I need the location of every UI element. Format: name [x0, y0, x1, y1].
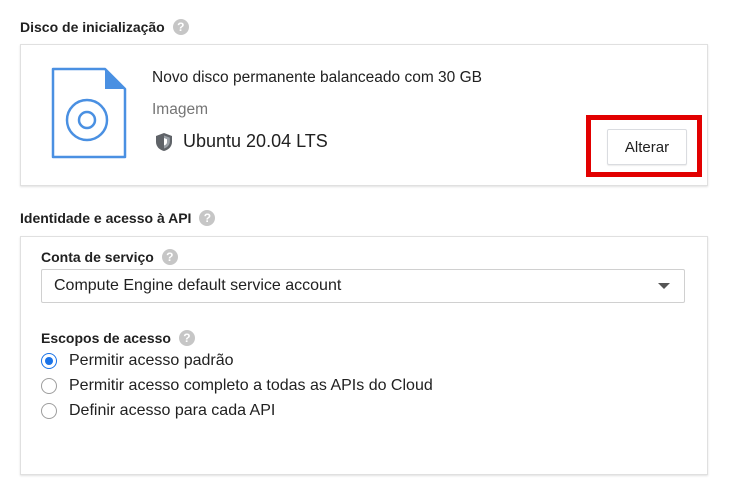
radio-button-selected[interactable]	[41, 353, 57, 369]
access-scopes-label-row: Escopos de acesso ?	[41, 330, 195, 346]
change-button[interactable]: Alterar	[607, 129, 687, 165]
identity-title: Identidade e acesso à API	[20, 210, 192, 226]
scope-option-per-api[interactable]: Definir acesso para cada API	[41, 402, 275, 420]
image-label: Imagem	[152, 101, 208, 118]
scope-option-default[interactable]: Permitir acesso padrão	[41, 352, 234, 370]
scope-option-full[interactable]: Permitir acesso completo a todas as APIs…	[41, 377, 433, 395]
disk-file-icon	[51, 67, 127, 159]
help-icon[interactable]: ?	[161, 249, 178, 265]
service-account-label-row: Conta de serviço ?	[41, 249, 178, 265]
scope-option-label: Definir acesso para cada API	[69, 402, 276, 419]
scope-option-label: Permitir acesso completo a todas as APIs…	[69, 377, 433, 394]
boot-disk-title: Disco de inicialização	[20, 19, 165, 35]
boot-disk-card: Novo disco permanente balanceado com 30 …	[20, 44, 708, 186]
help-icon[interactable]: ?	[199, 210, 216, 226]
radio-button[interactable]	[41, 403, 57, 419]
service-account-value: Compute Engine default service account	[54, 277, 342, 294]
service-account-select[interactable]: Compute Engine default service account	[41, 269, 685, 303]
radio-button[interactable]	[41, 378, 57, 394]
help-icon[interactable]: ?	[178, 330, 195, 346]
caret-down-icon	[658, 283, 670, 289]
identity-section-title: Identidade e acesso à API ?	[20, 210, 216, 226]
scope-option-label: Permitir acesso padrão	[69, 352, 234, 369]
disk-description: Novo disco permanente balanceado com 30 …	[152, 69, 483, 86]
service-account-label: Conta de serviço	[41, 249, 154, 265]
shield-icon	[156, 132, 172, 151]
os-name: Ubuntu 20.04 LTS	[183, 131, 328, 151]
os-row: Ubuntu 20.04 LTS	[155, 131, 328, 152]
help-icon[interactable]: ?	[172, 19, 189, 35]
boot-disk-section-title: Disco de inicialização ?	[20, 19, 189, 35]
identity-card: Conta de serviço ? Compute Engine defaul…	[20, 236, 708, 475]
access-scopes-label: Escopos de acesso	[41, 330, 171, 346]
